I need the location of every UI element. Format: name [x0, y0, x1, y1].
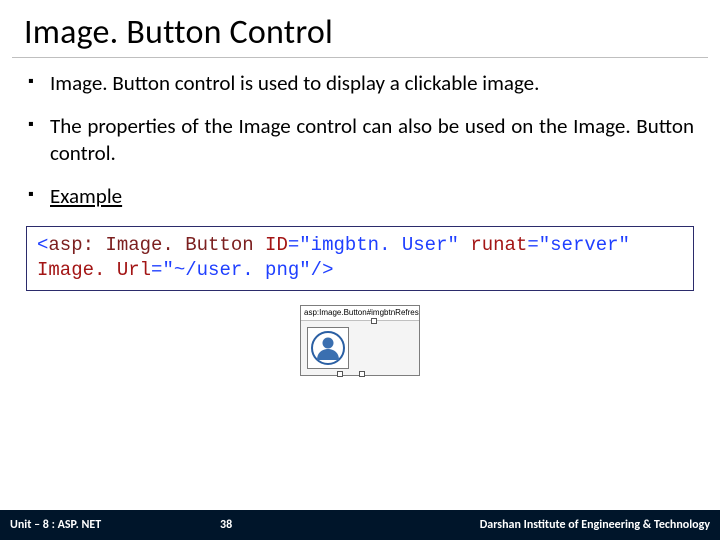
code-token: "~/user. png"	[162, 259, 310, 281]
code-token: <	[37, 234, 48, 256]
code-token: =	[288, 234, 299, 256]
example-label: Example	[50, 183, 122, 209]
footer-unit: Unit – 8 : ASP. NET	[0, 518, 220, 532]
code-token: runat	[470, 234, 527, 256]
resize-handle-icon	[337, 371, 343, 377]
footer-page-number: 38	[220, 518, 280, 532]
bullet-item: Example	[26, 183, 694, 210]
code-token: asp: Image. Button	[48, 234, 253, 256]
code-token: "imgbtn. User"	[299, 234, 459, 256]
code-token: "server"	[539, 234, 630, 256]
code-token: Image. Url	[37, 259, 151, 281]
user-icon	[310, 330, 346, 366]
slide-body: Image. Button control is used to display…	[0, 66, 720, 376]
code-token: />	[311, 259, 334, 281]
code-example: <asp: Image. Button ID="imgbtn. User" ru…	[26, 226, 694, 291]
code-token: =	[151, 259, 162, 281]
slide-title: Image. Button Control	[12, 0, 708, 58]
designer-preview: asp:Image.Button#imgbtnRefresh	[300, 305, 420, 376]
slide-footer: Unit – 8 : ASP. NET 38 Darshan Institute…	[0, 510, 720, 540]
code-token: =	[527, 234, 538, 256]
bullet-item: The properties of the Image control can …	[26, 113, 694, 167]
footer-institute: Darshan Institute of Engineering & Techn…	[280, 518, 720, 532]
bullet-item: Image. Button control is used to display…	[26, 70, 694, 97]
code-token: ID	[265, 234, 288, 256]
resize-handle-icon	[371, 318, 377, 324]
designer-caption: asp:Image.Button#imgbtnRefresh	[301, 306, 419, 321]
image-button-preview[interactable]	[307, 327, 349, 369]
resize-handle-icon	[359, 371, 365, 377]
